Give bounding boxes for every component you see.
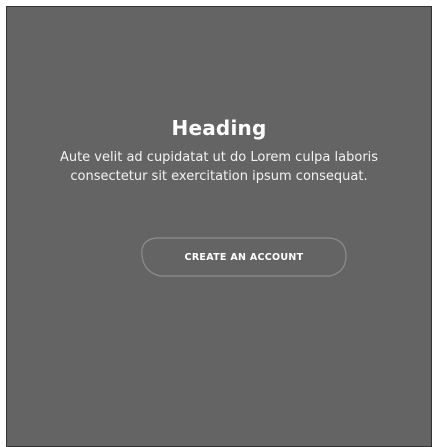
hero-description: Aute velit ad cupidatat ut do Lorem culp… — [59, 150, 379, 184]
hero-heading: Heading — [171, 116, 267, 140]
create-account-button-wrapper: CREATE AN ACCOUNT — [138, 232, 350, 282]
hero-content: Heading Aute velit ad cupidatat ut do Lo… — [7, 115, 431, 186]
hero-panel: Heading Aute velit ad cupidatat ut do Lo… — [6, 6, 432, 447]
create-account-button[interactable]: CREATE AN ACCOUNT — [154, 242, 334, 272]
